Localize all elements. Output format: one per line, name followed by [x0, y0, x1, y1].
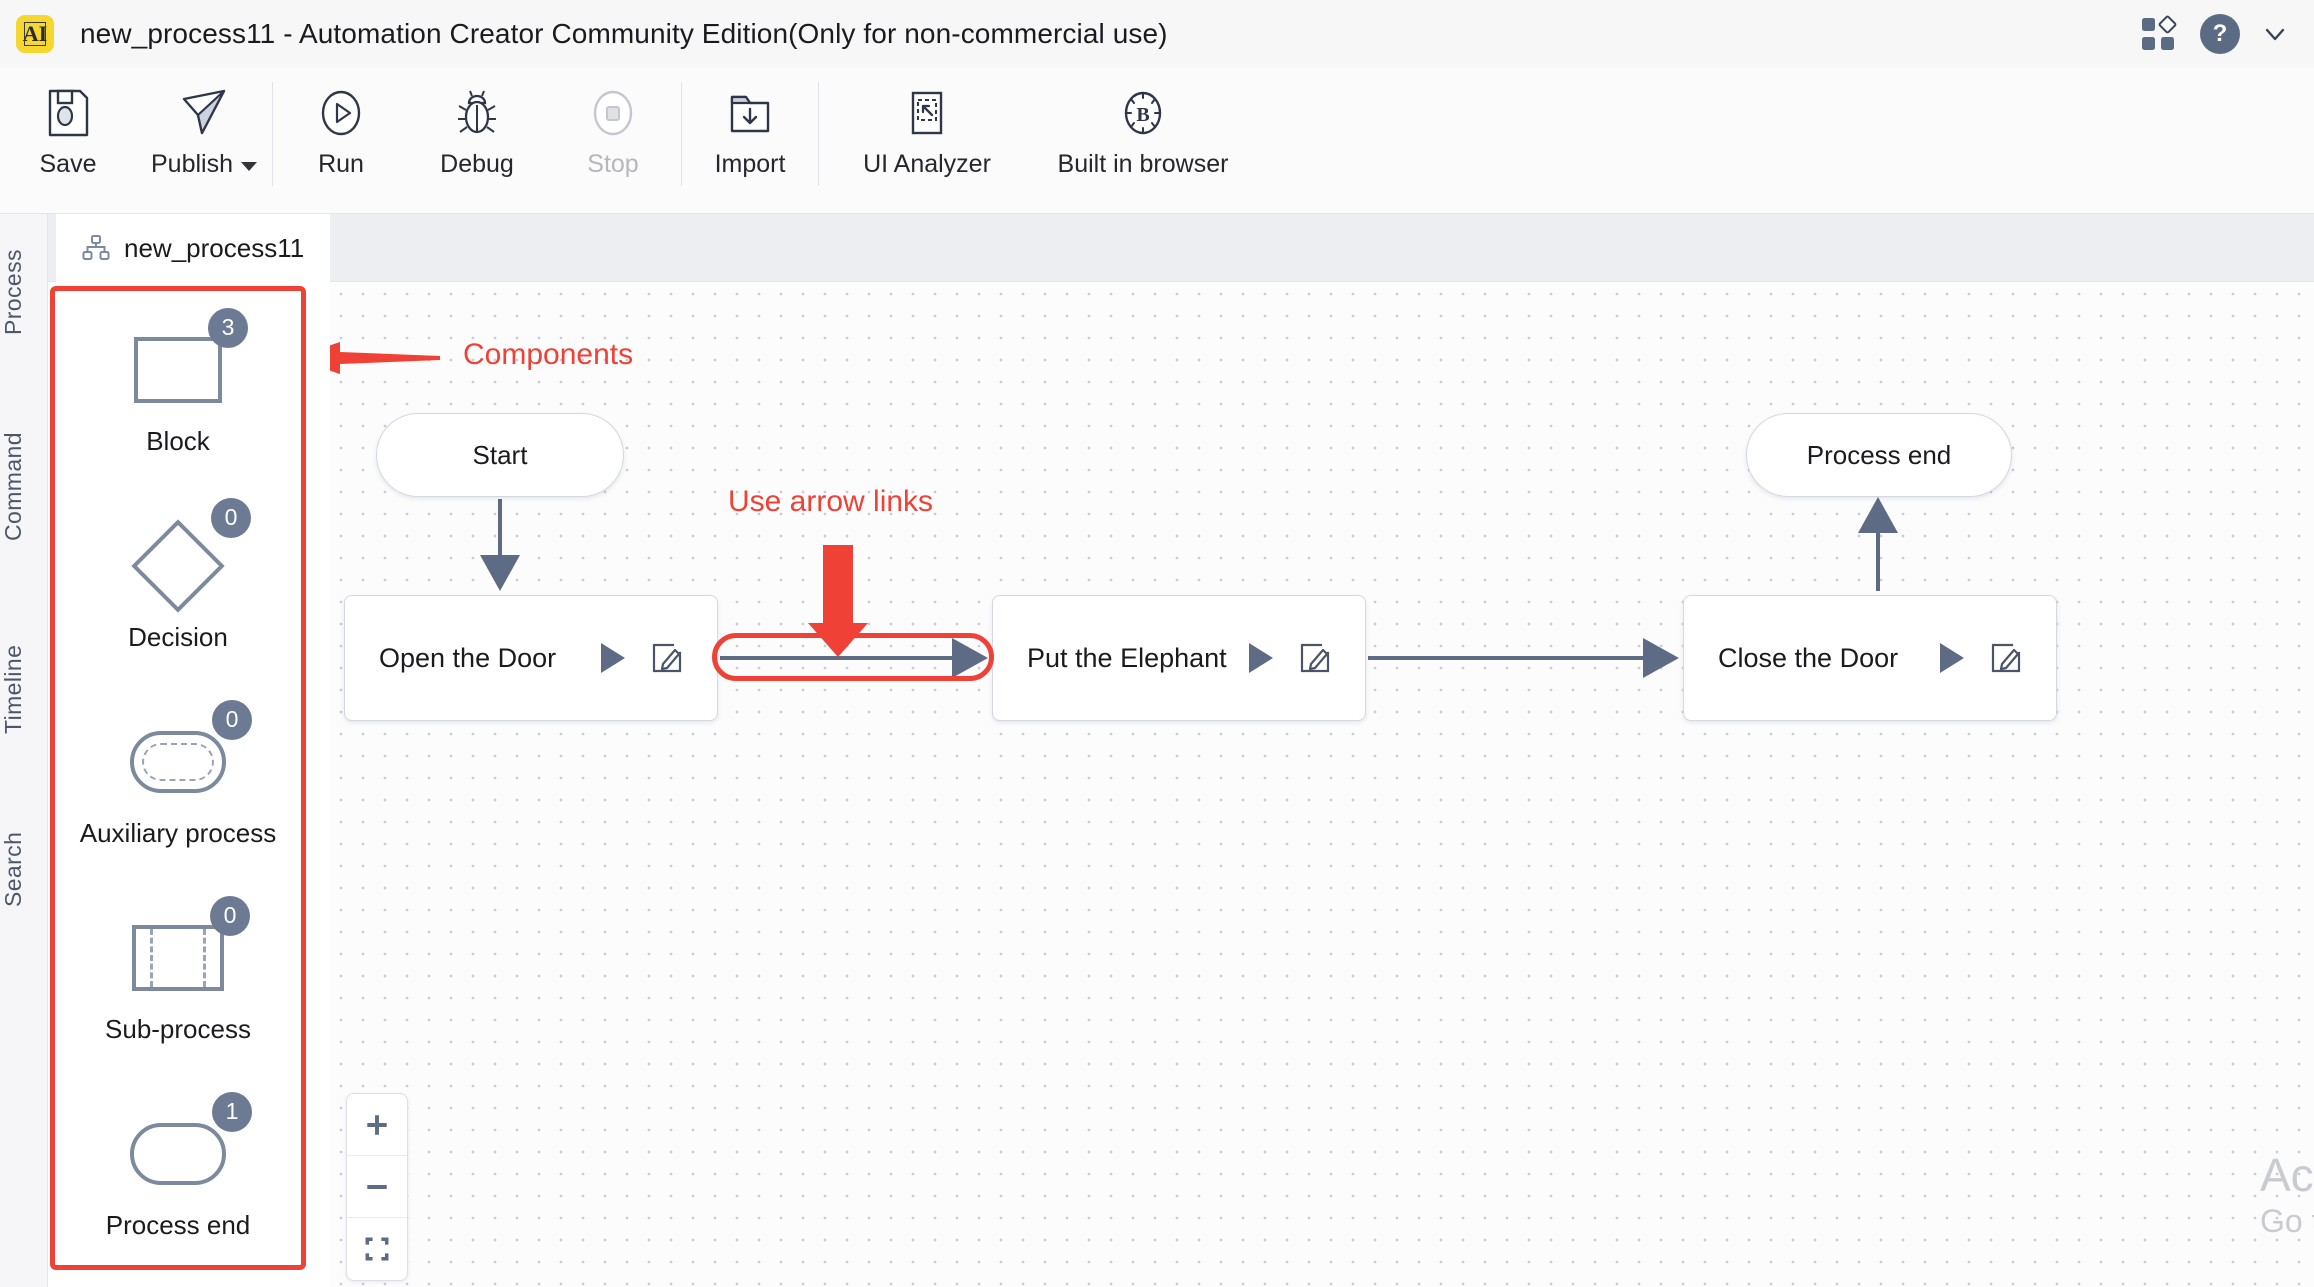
run-button[interactable]: Run	[273, 68, 409, 198]
activation-watermark: Activat Go to Se	[2260, 1149, 2314, 1243]
title-bar: AI new_process11 - Automation Creator Co…	[0, 0, 2314, 68]
import-folder-icon	[722, 82, 778, 144]
node-start-label: Start	[472, 439, 528, 470]
component-auxiliary-process[interactable]: 0 Auxiliary process	[55, 683, 301, 879]
node-edit-pencil-icon[interactable]	[1299, 642, 1331, 674]
publish-label: Publish	[151, 150, 233, 178]
save-button[interactable]: Save	[0, 68, 136, 198]
fit-screen-icon[interactable]	[347, 1218, 407, 1280]
component-decision[interactable]: 0 Decision	[55, 487, 301, 683]
connector-layer	[480, 497, 1898, 678]
debug-bug-icon	[449, 82, 505, 144]
node-edit-pencil-icon[interactable]	[651, 642, 683, 674]
zoom-controls	[346, 1093, 408, 1281]
left-rail: Process Command Timeline Search	[0, 214, 48, 1287]
components-annotation-arrow-layer	[330, 283, 2314, 1287]
decision-shape-icon: 0	[131, 497, 251, 614]
sitemap-icon	[82, 234, 110, 262]
auxiliary-process-count-badge: 0	[212, 699, 252, 740]
main-toolbar: Save Publish Run Debug Stop Import UI An…	[0, 68, 2314, 214]
help-question-icon[interactable]: ?	[2200, 14, 2240, 54]
node-close-the-door-label: Close the Door	[1718, 642, 1899, 673]
process-end-label: Process end	[105, 1209, 251, 1240]
rail-item-search[interactable]: Search	[0, 809, 48, 929]
decision-count-badge: 0	[211, 497, 251, 538]
toolbar-group-file: Save Publish	[0, 68, 272, 214]
auxiliary-process-label: Auxiliary process	[79, 817, 277, 848]
block-count-badge: 3	[208, 307, 248, 348]
stop-square-icon	[585, 82, 641, 144]
annotation-arrows	[330, 342, 868, 657]
chevron-down-icon[interactable]	[2262, 21, 2288, 47]
rail-item-command[interactable]: Command	[0, 404, 48, 569]
component-sub-process[interactable]: 0 Sub-process	[55, 879, 301, 1075]
process-end-shape-icon: 1	[130, 1091, 252, 1202]
stop-button[interactable]: Stop	[545, 68, 681, 198]
tab-new-process11[interactable]: new_process11	[56, 214, 331, 282]
sub-process-count-badge: 0	[210, 895, 250, 936]
built-in-browser-button[interactable]: B Built in browser	[1035, 68, 1251, 198]
decision-label: Decision	[128, 621, 228, 652]
publish-button[interactable]: Publish	[136, 68, 272, 198]
ui-analyzer-label: UI Analyzer	[863, 150, 991, 178]
node-start[interactable]: Start	[376, 413, 624, 497]
publish-plane-icon	[176, 82, 232, 144]
zoom-out-icon[interactable]	[347, 1156, 407, 1218]
block-label: Block	[146, 425, 210, 456]
node-open-the-door[interactable]: Open the Door	[344, 595, 718, 721]
save-label: Save	[39, 150, 97, 178]
debug-button[interactable]: Debug	[409, 68, 545, 198]
svg-text:B: B	[1136, 104, 1149, 126]
components-annotation-label: Components	[463, 338, 634, 371]
toolbar-group-execution: Run Debug Stop	[273, 68, 681, 214]
node-open-the-door-label: Open the Door	[379, 642, 557, 673]
zoom-in-icon[interactable]	[347, 1094, 407, 1156]
title-bar-actions: ?	[2138, 14, 2314, 54]
save-floppy-icon	[40, 82, 96, 144]
stop-label: Stop	[587, 150, 639, 178]
built-in-browser-icon: B	[1115, 82, 1171, 144]
tab-strip: new_process11	[48, 214, 2314, 282]
flow-canvas[interactable]: Start Open the Door Put the Elephant Clo…	[330, 283, 2314, 1287]
auxiliary-process-shape-icon: 0	[130, 699, 252, 810]
import-button[interactable]: Import	[682, 68, 818, 198]
app-logo-icon: AI	[16, 15, 54, 53]
node-put-the-elephant-label: Put the Elephant	[1027, 642, 1227, 673]
sub-process-shape-icon: 0	[132, 895, 250, 1006]
node-close-the-door[interactable]: Close the Door	[1683, 595, 2057, 721]
component-process-end[interactable]: 1 Process end	[55, 1075, 301, 1265]
components-panel: 3 Block 0 Decision 0 Auxiliary process 0…	[50, 286, 306, 1270]
rail-item-timeline[interactable]: Timeline	[0, 614, 48, 764]
debug-label: Debug	[440, 150, 514, 178]
import-label: Import	[714, 150, 786, 178]
node-run-play-icon[interactable]	[1940, 643, 1964, 673]
process-end-count-badge: 1	[212, 1091, 252, 1132]
node-process-end-label: Process end	[1806, 439, 1952, 470]
built-in-browser-label: Built in browser	[1057, 150, 1229, 178]
node-run-play-icon[interactable]	[1249, 643, 1273, 673]
arrow-links-annotation-label: Use arrow links	[728, 485, 934, 518]
run-label: Run	[318, 150, 364, 178]
watermark-line-1: Activat	[2259, 1148, 2314, 1201]
node-edit-pencil-icon[interactable]	[1990, 642, 2022, 674]
node-run-play-icon[interactable]	[601, 643, 625, 673]
tab-label: new_process11	[124, 232, 305, 263]
ui-analyzer-button[interactable]: UI Analyzer	[819, 68, 1035, 198]
watermark-line-2: Go to Se	[2259, 1203, 2314, 1240]
rail-item-process[interactable]: Process	[0, 222, 48, 362]
toolbar-group-import: Import	[682, 68, 818, 214]
publish-caret-icon[interactable]	[241, 162, 257, 171]
node-process-end[interactable]: Process end	[1746, 413, 2012, 497]
ui-analyzer-icon	[899, 82, 955, 144]
window-title: new_process11 - Automation Creator Commu…	[80, 18, 1168, 49]
plugin-grid-icon[interactable]	[2138, 14, 2178, 54]
link-highlight-annotation	[712, 633, 994, 681]
node-put-the-elephant[interactable]: Put the Elephant	[992, 595, 1366, 721]
sub-process-label: Sub-process	[105, 1013, 251, 1044]
component-block[interactable]: 3 Block	[55, 291, 301, 487]
toolbar-group-tools: UI Analyzer B Built in browser	[819, 68, 1251, 214]
block-shape-icon: 3	[134, 307, 248, 418]
run-play-icon	[313, 82, 369, 144]
